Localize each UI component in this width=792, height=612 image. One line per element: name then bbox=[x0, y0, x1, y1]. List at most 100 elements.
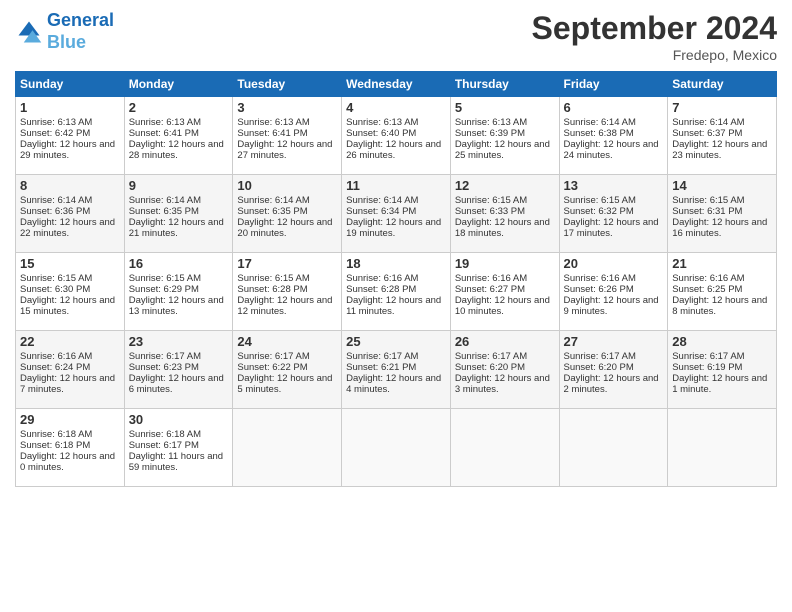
sunset-26: Sunset: 6:20 PM bbox=[455, 362, 525, 373]
calendar-header-row: Sunday Monday Tuesday Wednesday Thursday… bbox=[16, 72, 777, 97]
empty-cell bbox=[233, 409, 342, 487]
daylight-label-7: Daylight: 12 hours and 23 minutes. bbox=[672, 139, 767, 161]
calendar-table: Sunday Monday Tuesday Wednesday Thursday… bbox=[15, 71, 777, 487]
sunrise-17: Sunrise: 6:15 AM bbox=[237, 273, 309, 284]
day-cell-22: 22 Sunrise: 6:16 AM Sunset: 6:24 PM Dayl… bbox=[16, 331, 125, 409]
day-number-13: 13 bbox=[564, 178, 664, 193]
month-title: September 2024 bbox=[532, 10, 777, 47]
day-number-7: 7 bbox=[672, 100, 772, 115]
sunset-10: Sunset: 6:35 PM bbox=[237, 206, 307, 217]
sunrise-20: Sunrise: 6:16 AM bbox=[564, 273, 636, 284]
sunset-23: Sunset: 6:23 PM bbox=[129, 362, 199, 373]
sunset-20: Sunset: 6:26 PM bbox=[564, 284, 634, 295]
sunset-3: Sunset: 6:41 PM bbox=[237, 128, 307, 139]
sunset-29: Sunset: 6:18 PM bbox=[20, 440, 90, 451]
day-number-23: 23 bbox=[129, 334, 229, 349]
day-cell-27: 27 Sunrise: 6:17 AM Sunset: 6:20 PM Dayl… bbox=[559, 331, 668, 409]
daylight-label-23: Daylight: 12 hours and 6 minutes. bbox=[129, 373, 224, 395]
day-number-8: 8 bbox=[20, 178, 120, 193]
col-monday: Monday bbox=[124, 72, 233, 97]
day-number-17: 17 bbox=[237, 256, 337, 271]
logo: General Blue bbox=[15, 10, 114, 53]
day-number-18: 18 bbox=[346, 256, 446, 271]
daylight-label-19: Daylight: 12 hours and 10 minutes. bbox=[455, 295, 550, 317]
week-row-1: 1 Sunrise: 6:13 AM Sunset: 6:42 PM Dayli… bbox=[16, 97, 777, 175]
sunrise-6: Sunrise: 6:14 AM bbox=[564, 117, 636, 128]
day-cell-25: 25 Sunrise: 6:17 AM Sunset: 6:21 PM Dayl… bbox=[342, 331, 451, 409]
daylight-label-30: Daylight: 11 hours and 59 minutes. bbox=[129, 451, 223, 473]
sunrise-26: Sunrise: 6:17 AM bbox=[455, 351, 527, 362]
sunrise-12: Sunrise: 6:15 AM bbox=[455, 195, 527, 206]
col-sunday: Sunday bbox=[16, 72, 125, 97]
day-cell-9: 9 Sunrise: 6:14 AM Sunset: 6:35 PM Dayli… bbox=[124, 175, 233, 253]
empty-cell bbox=[559, 409, 668, 487]
sunrise-23: Sunrise: 6:17 AM bbox=[129, 351, 201, 362]
sunrise-3: Sunrise: 6:13 AM bbox=[237, 117, 309, 128]
day-cell-15: 15 Sunrise: 6:15 AM Sunset: 6:30 PM Dayl… bbox=[16, 253, 125, 331]
daylight-label-25: Daylight: 12 hours and 4 minutes. bbox=[346, 373, 441, 395]
sunset-27: Sunset: 6:20 PM bbox=[564, 362, 634, 373]
empty-cell bbox=[342, 409, 451, 487]
week-row-4: 22 Sunrise: 6:16 AM Sunset: 6:24 PM Dayl… bbox=[16, 331, 777, 409]
col-saturday: Saturday bbox=[668, 72, 777, 97]
day-number-20: 20 bbox=[564, 256, 664, 271]
sunset-21: Sunset: 6:25 PM bbox=[672, 284, 742, 295]
day-cell-16: 16 Sunrise: 6:15 AM Sunset: 6:29 PM Dayl… bbox=[124, 253, 233, 331]
day-cell-30: 30 Sunrise: 6:18 AM Sunset: 6:17 PM Dayl… bbox=[124, 409, 233, 487]
sunrise-16: Sunrise: 6:15 AM bbox=[129, 273, 201, 284]
sunrise-7: Sunrise: 6:14 AM bbox=[672, 117, 744, 128]
day-cell-10: 10 Sunrise: 6:14 AM Sunset: 6:35 PM Dayl… bbox=[233, 175, 342, 253]
sunrise-2: Sunrise: 6:13 AM bbox=[129, 117, 201, 128]
day-number-14: 14 bbox=[672, 178, 772, 193]
day-cell-3: 3 Sunrise: 6:13 AM Sunset: 6:41 PM Dayli… bbox=[233, 97, 342, 175]
day-cell-5: 5 Sunrise: 6:13 AM Sunset: 6:39 PM Dayli… bbox=[450, 97, 559, 175]
sunset-19: Sunset: 6:27 PM bbox=[455, 284, 525, 295]
sunrise-10: Sunrise: 6:14 AM bbox=[237, 195, 309, 206]
sunrise-11: Sunrise: 6:14 AM bbox=[346, 195, 418, 206]
empty-cell bbox=[450, 409, 559, 487]
daylight-label-29: Daylight: 12 hours and 0 minutes. bbox=[20, 451, 115, 473]
daylight-label-8: Daylight: 12 hours and 22 minutes. bbox=[20, 217, 115, 239]
day-cell-24: 24 Sunrise: 6:17 AM Sunset: 6:22 PM Dayl… bbox=[233, 331, 342, 409]
day-number-21: 21 bbox=[672, 256, 772, 271]
day-number-5: 5 bbox=[455, 100, 555, 115]
sunset-1: Sunset: 6:42 PM bbox=[20, 128, 90, 139]
sunset-28: Sunset: 6:19 PM bbox=[672, 362, 742, 373]
day-cell-14: 14 Sunrise: 6:15 AM Sunset: 6:31 PM Dayl… bbox=[668, 175, 777, 253]
day-number-27: 27 bbox=[564, 334, 664, 349]
day-number-1: 1 bbox=[20, 100, 120, 115]
day-cell-2: 2 Sunrise: 6:13 AM Sunset: 6:41 PM Dayli… bbox=[124, 97, 233, 175]
day-number-26: 26 bbox=[455, 334, 555, 349]
col-wednesday: Wednesday bbox=[342, 72, 451, 97]
sunset-9: Sunset: 6:35 PM bbox=[129, 206, 199, 217]
sunset-17: Sunset: 6:28 PM bbox=[237, 284, 307, 295]
day-number-12: 12 bbox=[455, 178, 555, 193]
sunrise-13: Sunrise: 6:15 AM bbox=[564, 195, 636, 206]
day-number-4: 4 bbox=[346, 100, 446, 115]
day-number-24: 24 bbox=[237, 334, 337, 349]
sunset-30: Sunset: 6:17 PM bbox=[129, 440, 199, 451]
logo-text: General Blue bbox=[47, 10, 114, 53]
day-cell-29: 29 Sunrise: 6:18 AM Sunset: 6:18 PM Dayl… bbox=[16, 409, 125, 487]
sunrise-28: Sunrise: 6:17 AM bbox=[672, 351, 744, 362]
day-cell-13: 13 Sunrise: 6:15 AM Sunset: 6:32 PM Dayl… bbox=[559, 175, 668, 253]
daylight-label-4: Daylight: 12 hours and 26 minutes. bbox=[346, 139, 441, 161]
day-number-30: 30 bbox=[129, 412, 229, 427]
day-number-9: 9 bbox=[129, 178, 229, 193]
daylight-label-13: Daylight: 12 hours and 17 minutes. bbox=[564, 217, 659, 239]
sunrise-1: Sunrise: 6:13 AM bbox=[20, 117, 92, 128]
day-number-19: 19 bbox=[455, 256, 555, 271]
sunrise-21: Sunrise: 6:16 AM bbox=[672, 273, 744, 284]
sunset-16: Sunset: 6:29 PM bbox=[129, 284, 199, 295]
day-cell-23: 23 Sunrise: 6:17 AM Sunset: 6:23 PM Dayl… bbox=[124, 331, 233, 409]
daylight-label-2: Daylight: 12 hours and 28 minutes. bbox=[129, 139, 224, 161]
sunset-4: Sunset: 6:40 PM bbox=[346, 128, 416, 139]
day-cell-19: 19 Sunrise: 6:16 AM Sunset: 6:27 PM Dayl… bbox=[450, 253, 559, 331]
sunset-2: Sunset: 6:41 PM bbox=[129, 128, 199, 139]
sunrise-19: Sunrise: 6:16 AM bbox=[455, 273, 527, 284]
daylight-label-15: Daylight: 12 hours and 15 minutes. bbox=[20, 295, 115, 317]
day-number-2: 2 bbox=[129, 100, 229, 115]
day-cell-1: 1 Sunrise: 6:13 AM Sunset: 6:42 PM Dayli… bbox=[16, 97, 125, 175]
daylight-label-14: Daylight: 12 hours and 16 minutes. bbox=[672, 217, 767, 239]
day-cell-4: 4 Sunrise: 6:13 AM Sunset: 6:40 PM Dayli… bbox=[342, 97, 451, 175]
